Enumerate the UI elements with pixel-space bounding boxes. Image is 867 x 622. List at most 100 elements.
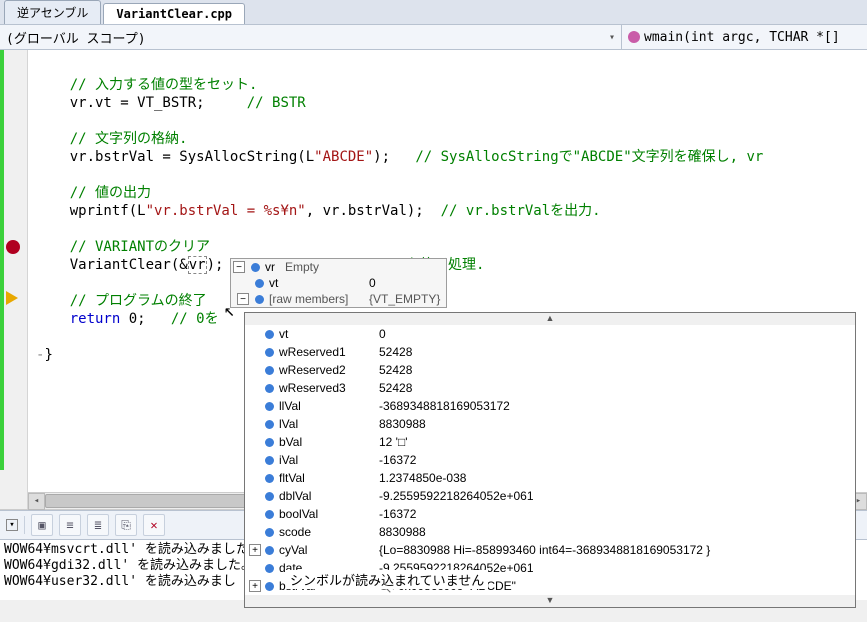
- member-value: 0: [379, 327, 851, 341]
- field-icon: [265, 456, 274, 465]
- field-icon: [265, 330, 274, 339]
- field-icon: [255, 279, 264, 288]
- hovered-variable: vr: [188, 256, 207, 274]
- member-row[interactable]: wReserved1 52428: [245, 343, 855, 361]
- change-marker: [0, 50, 4, 470]
- member-name: [raw members]: [269, 292, 369, 306]
- member-value: 8830988: [379, 417, 851, 431]
- member-name: iVal: [279, 453, 298, 467]
- comment: // 値の出力: [70, 185, 151, 201]
- chevron-down-icon: ▾: [609, 32, 615, 43]
- chevron-down-icon[interactable]: ▾: [6, 519, 18, 531]
- toolbar-button[interactable]: ≣: [87, 514, 109, 536]
- member-row[interactable]: fltVal 1.2374850e-038: [245, 469, 855, 487]
- member-name: wReserved3: [279, 381, 346, 395]
- member-name: wReserved2: [279, 363, 346, 377]
- member-row[interactable]: bVal 12 '□': [245, 433, 855, 451]
- scope-label: (グローバル スコープ): [6, 28, 146, 47]
- toolbar-button[interactable]: ▣: [31, 514, 53, 536]
- field-icon: [255, 295, 264, 304]
- toolbar-button[interactable]: ⎘: [115, 514, 137, 536]
- comment: // プログラムの終了: [70, 293, 207, 309]
- member-name: boolVal: [279, 507, 318, 521]
- expand-icon[interactable]: +: [249, 580, 261, 592]
- member-row[interactable]: wReserved352428: [245, 379, 855, 397]
- function-label: wmain(int argc, TCHAR *[]: [644, 30, 840, 45]
- datatip-members[interactable]: ▲ vt0wReserved152428wReserved252428wRese…: [244, 312, 856, 608]
- member-name: bVal: [279, 435, 302, 449]
- expand-icon[interactable]: +: [249, 544, 261, 556]
- field-icon: [265, 528, 274, 537]
- member-row[interactable]: dblVal -9.2559592218264052e+061: [245, 487, 855, 505]
- tab-source-file[interactable]: VariantClear.cpp: [103, 3, 245, 24]
- member-row[interactable]: wReserved2 52428: [245, 361, 855, 379]
- toolbar-button[interactable]: ≡: [59, 514, 81, 536]
- output-line: WOW64¥user32.dll' を読み込みまし: [4, 574, 236, 589]
- expand-icon[interactable]: −: [237, 293, 249, 305]
- member-row[interactable]: boolVal -16372: [245, 505, 855, 523]
- member-value: -3689348818169053172: [379, 399, 851, 413]
- member-value: {Lo=8830988 Hi=-858993460 int64=-3689348…: [379, 543, 851, 557]
- editor-gutter: [0, 50, 28, 509]
- member-row[interactable]: + cyVal {Lo=8830988 Hi=-858993460 int64=-3…: [245, 541, 855, 559]
- member-row[interactable]: lVal 8830988: [245, 415, 855, 433]
- breakpoint-icon[interactable]: [6, 240, 20, 254]
- output-status: シンボルが読み込まれていません: [286, 570, 488, 589]
- field-icon: [265, 510, 274, 519]
- scroll-down-button[interactable]: ▼: [245, 595, 855, 607]
- field-icon: [251, 263, 260, 272]
- member-value: -16372: [379, 453, 851, 467]
- scope-bar: (グローバル スコープ) ▾ wmain(int argc, TCHAR *[]: [0, 24, 867, 50]
- output-line: WOW64¥msvcrt.dll' を読み込みました: [4, 542, 249, 557]
- member-name: fltVal: [279, 471, 305, 485]
- member-name: lVal: [279, 417, 298, 431]
- member-name: llVal: [279, 399, 301, 413]
- comment: // 文字列の格納.: [70, 131, 188, 147]
- scope-dropdown[interactable]: (グローバル スコープ) ▾: [0, 25, 622, 49]
- field-icon: [265, 474, 274, 483]
- separator: [24, 516, 25, 534]
- member-name: wReserved1: [279, 345, 346, 359]
- member-value: 52428: [379, 345, 851, 359]
- datatip-value: Empty: [285, 260, 319, 274]
- field-icon: [265, 348, 274, 357]
- member-row[interactable]: llVal -3689348818169053172: [245, 397, 855, 415]
- member-value: {VT_EMPTY}: [369, 292, 440, 306]
- clear-button[interactable]: ✕: [143, 514, 165, 536]
- field-icon: [265, 546, 274, 555]
- member-row[interactable]: scode8830988: [245, 523, 855, 541]
- member-value: 12 '□': [379, 435, 851, 449]
- current-line-arrow-icon: [6, 291, 18, 305]
- member-row[interactable]: iVal -16372: [245, 451, 855, 469]
- member-value: -9.2559592218264052e+061: [379, 489, 851, 503]
- code-editor[interactable]: // 入力する値の型をセット. vr.vt = VT_BSTR; // BSTR…: [0, 50, 867, 510]
- scroll-left-button[interactable]: ◂: [28, 493, 45, 510]
- function-dropdown[interactable]: wmain(int argc, TCHAR *[]: [622, 25, 867, 49]
- member-name: vt: [269, 276, 369, 290]
- field-icon: [265, 420, 274, 429]
- file-tabs: 逆アセンブル VariantClear.cpp: [0, 0, 867, 24]
- member-name: vt: [279, 327, 288, 341]
- member-name: cyVal: [279, 543, 307, 557]
- member-name: dblVal: [279, 489, 311, 503]
- output-line: WOW64¥gdi32.dll' を読み込みました。: [4, 558, 254, 573]
- function-icon: [628, 31, 640, 43]
- datatip-var: vr: [265, 260, 275, 274]
- collapse-icon[interactable]: −: [233, 261, 245, 273]
- tab-disassembly[interactable]: 逆アセンブル: [4, 0, 101, 24]
- member-value: 1.2374850e-038: [379, 471, 851, 485]
- field-icon: [265, 564, 274, 573]
- datatip-header[interactable]: − vr Empty vt 0 − [raw members] {VT_EMPT…: [230, 258, 447, 308]
- comment: // VARIANTのクリア: [70, 239, 210, 255]
- field-icon: [265, 366, 274, 375]
- member-row[interactable]: vt 0: [245, 325, 855, 343]
- member-value: 52428: [379, 363, 851, 377]
- field-icon: [265, 438, 274, 447]
- member-value: -16372: [379, 507, 851, 521]
- field-icon: [265, 402, 274, 411]
- scroll-up-button[interactable]: ▲: [245, 313, 855, 325]
- member-value: 0: [369, 276, 376, 290]
- field-icon: [265, 384, 274, 393]
- comment: // 入力する値の型をセット.: [70, 77, 258, 93]
- field-icon: [265, 492, 274, 501]
